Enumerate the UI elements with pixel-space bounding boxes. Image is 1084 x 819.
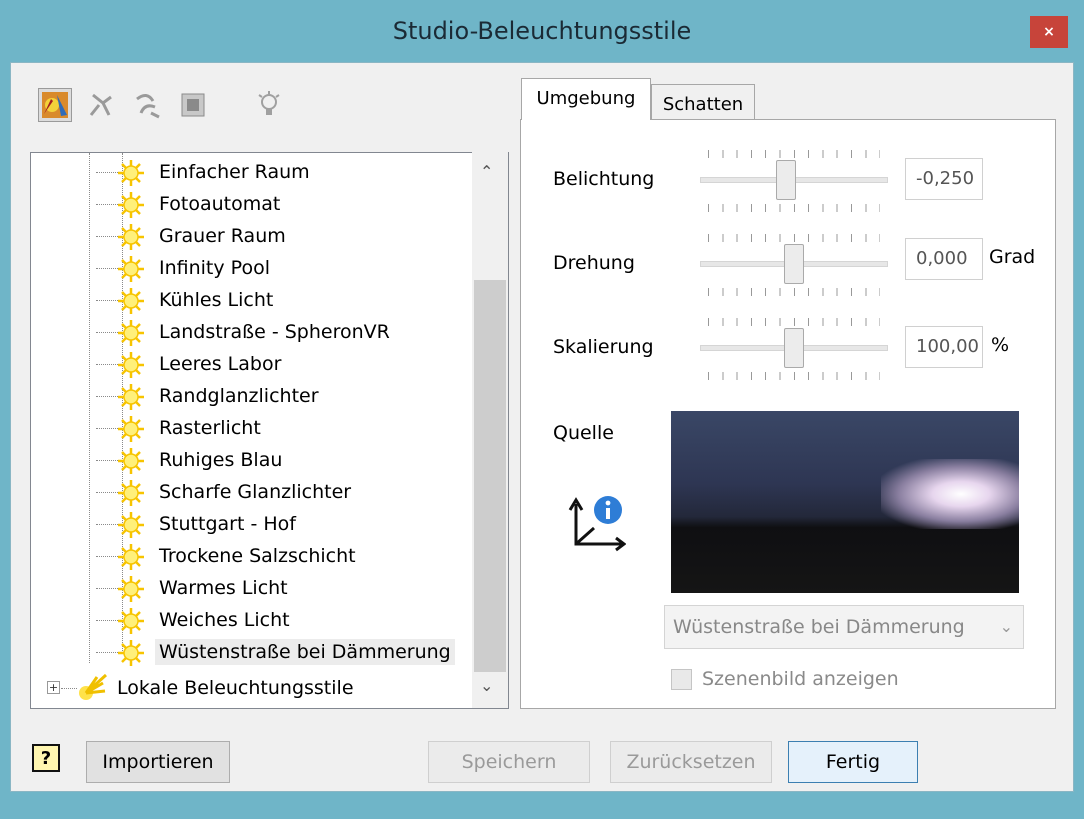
tree-item-label: Randglanzlichter [159, 385, 319, 407]
light-style-icon [117, 319, 144, 346]
tree-item-label: Warmes Licht [159, 577, 288, 599]
tree-item-label: Stuttgart - Hof [159, 513, 296, 535]
light-style-icon [117, 607, 144, 634]
source-select-value: Wüstenstraße bei Dämmerung [673, 616, 965, 638]
slider-ticks [708, 288, 880, 296]
tree-item-label: Infinity Pool [159, 257, 270, 279]
drehung-unit: Grad [989, 246, 1036, 268]
tree-item-label: Fotoautomat [159, 193, 281, 215]
tree-item[interactable]: Stuttgart - Hof [31, 509, 471, 541]
light-variant-icon[interactable] [130, 88, 164, 122]
environment-preview-image [671, 411, 1019, 593]
tree-item[interactable]: Ruhiges Blau [31, 445, 471, 477]
slider-thumb[interactable] [776, 160, 796, 200]
belichtung-slider[interactable] [700, 150, 888, 214]
tree-item-label: Wüstenstraße bei Dämmerung [155, 639, 455, 665]
scrollbar-thumb[interactable] [474, 280, 506, 672]
drehung-slider[interactable] [700, 234, 888, 298]
tree-item[interactable]: Einfacher Raum [31, 157, 471, 189]
quelle-label: Quelle [553, 422, 614, 444]
light-style-icon [117, 255, 144, 282]
scroll-up-icon[interactable]: ⌃ [480, 162, 493, 181]
tree-item-label: Landstraße - SpheronVR [159, 321, 390, 343]
tree-item[interactable]: Fotoautomat [31, 189, 471, 221]
tree-item[interactable]: Kühles Licht [31, 285, 471, 317]
light-style-icon [117, 351, 144, 378]
light-style-icon [117, 639, 144, 666]
light-style-icon [117, 447, 144, 474]
drehung-input[interactable]: 0,000 [905, 238, 983, 280]
tree-item[interactable]: Scharfe Glanzlichter [31, 477, 471, 509]
light-style-icon [117, 287, 144, 314]
axis-info-icon[interactable] [566, 494, 627, 558]
import-button[interactable]: Importieren [86, 741, 230, 783]
tree-item[interactable]: Trockene Salzschicht [31, 541, 471, 573]
tree-item-label: Weiches Licht [159, 609, 290, 631]
light-style-icon [117, 415, 144, 442]
done-button[interactable]: Fertig [788, 741, 918, 783]
light-icon[interactable] [84, 88, 118, 122]
skalierung-unit: % [991, 334, 1010, 356]
light-style-icon [117, 543, 144, 570]
horizon-glow [881, 459, 1019, 529]
tree-item[interactable]: Rasterlicht [31, 413, 471, 445]
tree-item-label: Trockene Salzschicht [159, 545, 356, 567]
slider-ticks [708, 318, 880, 326]
tree-item[interactable]: Randglanzlichter [31, 381, 471, 413]
skalierung-label: Skalierung [553, 336, 654, 358]
slider-thumb[interactable] [784, 244, 804, 284]
show-scene-checkbox[interactable] [671, 669, 692, 690]
tree-item-label: Grauer Raum [159, 225, 286, 247]
slider-ticks [708, 234, 880, 242]
skalierung-slider[interactable] [700, 318, 888, 382]
belichtung-label: Belichtung [553, 168, 655, 190]
light-style-icon [117, 191, 144, 218]
tree-item-label: Rasterlicht [159, 417, 261, 439]
environment-icon[interactable] [176, 88, 210, 122]
tree-item[interactable]: Infinity Pool [31, 253, 471, 285]
tree-item[interactable]: Warmes Licht [31, 573, 471, 605]
tree-item[interactable]: Weiches Licht [31, 605, 471, 637]
help-button[interactable]: ? [32, 744, 60, 772]
save-button[interactable]: Speichern [428, 741, 590, 783]
tree-root-item[interactable]: + Lokale Beleuchtungsstile [31, 673, 471, 705]
tree-item-label: Scharfe Glanzlichter [159, 481, 352, 503]
tree-root-label: Lokale Beleuchtungsstile [117, 677, 354, 699]
skalierung-input[interactable]: 100,00 [905, 326, 983, 368]
light-style-icon [117, 575, 144, 602]
light-style-icon [117, 159, 144, 186]
tree-item[interactable]: Landstraße - SpheronVR [31, 317, 471, 349]
tree-item-label: Leeres Labor [159, 353, 282, 375]
studio-lighting-icon[interactable] [38, 88, 72, 122]
tree-item-label: Kühles Licht [159, 289, 274, 311]
expand-icon[interactable]: + [47, 681, 60, 694]
scroll-down-icon[interactable]: ⌄ [480, 676, 493, 695]
slider-ticks [708, 372, 880, 380]
chevron-down-icon: ⌄ [999, 617, 1013, 636]
light-style-icon [117, 383, 144, 410]
tree-item[interactable]: Leeres Labor [31, 349, 471, 381]
show-scene-label: Szenenbild anzeigen [702, 668, 899, 690]
slider-thumb[interactable] [784, 328, 804, 368]
belichtung-input[interactable]: -0,250 [905, 158, 983, 200]
tab-join [522, 118, 650, 122]
window-title: Studio-Beleuchtungsstile [392, 17, 692, 45]
slider-ticks [708, 204, 880, 212]
tree-item-label: Ruhiges Blau [159, 449, 283, 471]
lighting-styles-tree[interactable]: Einfacher Raum Fotoautomat Grauer Raum Infi… [30, 152, 509, 709]
light-style-icon [79, 673, 107, 700]
light-style-icon [117, 223, 144, 250]
light-style-icon [117, 479, 144, 506]
tree-item[interactable]: Grauer Raum [31, 221, 471, 253]
light-style-icon [117, 511, 144, 538]
reset-button[interactable]: Zurücksetzen [610, 741, 772, 783]
close-button[interactable]: × [1030, 16, 1068, 48]
tree-item-label: Einfacher Raum [159, 161, 310, 183]
slider-ticks [708, 150, 880, 158]
drehung-label: Drehung [553, 252, 635, 274]
tree-item[interactable]: Wüstenstraße bei Dämmerung [31, 637, 471, 669]
bulb-icon[interactable] [252, 88, 286, 122]
source-select[interactable]: Wüstenstraße bei Dämmerung ⌄ [664, 605, 1024, 649]
tab-schatten[interactable]: Schatten [651, 84, 755, 122]
